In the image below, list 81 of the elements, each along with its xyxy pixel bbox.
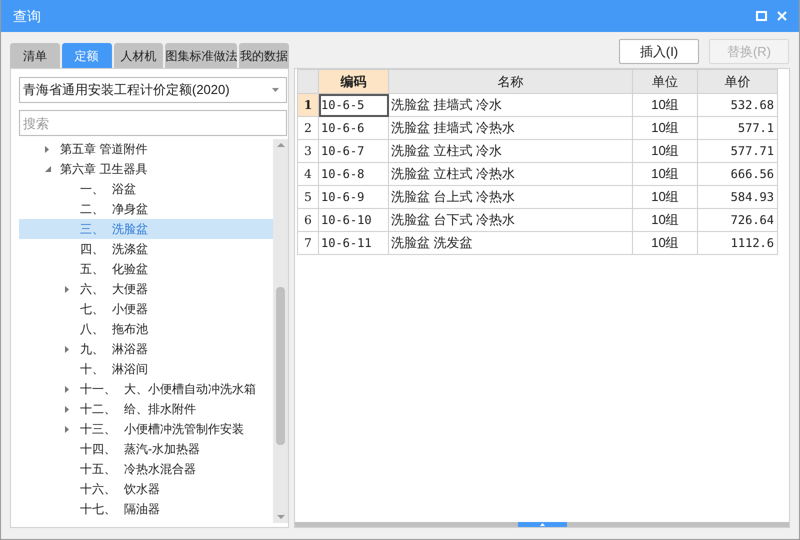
table-cell: 10组 [632,94,698,116]
scrollbar-thumb[interactable] [518,522,566,527]
expand-arrow-icon[interactable] [65,386,69,392]
table-cell: 10-6-10 [318,208,388,232]
row-number[interactable]: 3 [298,140,318,162]
expand-arrow-icon[interactable] [45,146,49,152]
row-number[interactable]: 6 [298,208,318,232]
table-cell: 10-6-11 [318,232,388,254]
table-cell: 10组 [632,116,698,140]
tree-item[interactable]: 七、 小便器 [19,299,273,319]
library-dropdown[interactable]: 青海省通用安装工程计价定额(2020) [19,77,287,103]
tree-item[interactable]: 四、 洗涤盆 [19,239,273,259]
tree-item[interactable]: 六、 大便器 [19,279,273,299]
table-cell: 10组 [632,186,698,208]
tree-item[interactable]: 九、 淋浴器 [19,339,273,359]
table-cell: 洗脸盆 立柱式 冷热水 [388,162,632,186]
tab[interactable]: 清单 [10,43,60,68]
table-cell: 577.1 [698,116,778,140]
tree-item[interactable]: 十二、 给、排水附件 [19,399,273,419]
tree-item[interactable]: 十、 淋浴间 [19,359,273,379]
tree-item[interactable]: 十三、 小便槽冲洗管制作安装 [19,419,273,439]
column-header[interactable]: 名称 [388,70,632,94]
table-cell: 10-6-8 [318,162,388,186]
table-cell: 洗脸盆 台下式 冷热水 [388,208,632,232]
tree-item[interactable]: 一、 浴盆 [19,179,273,199]
expand-arrow-icon[interactable] [65,346,69,352]
table-cell: 10-6-7 [318,140,388,162]
table-cell: 10-6-9 [318,186,388,208]
scroll-up-icon[interactable] [276,143,284,147]
tab[interactable]: 图集标准做法 [165,43,238,68]
tree-item[interactable]: 八、 拖布池 [19,319,273,339]
tree-item[interactable]: 十六、 饮水器 [19,479,273,499]
table-cell: 10组 [632,140,698,162]
dropdown-arrow-icon [272,88,279,92]
expand-arrow-icon[interactable] [65,426,69,432]
row-number[interactable]: 7 [298,232,318,254]
tab[interactable]: 人材机 [114,43,164,68]
tree-item[interactable]: 二、 净身盆 [19,199,273,219]
table-cell: 532.68 [698,94,778,116]
table-cell: 10组 [632,208,698,232]
close-icon[interactable] [777,11,787,21]
table-cell: 1112.6 [698,232,778,254]
table-cell: 666.56 [698,162,778,186]
window-title: 查询 [13,6,41,26]
table-cell: 洗脸盆 洗发盆 [388,232,632,254]
tree-item[interactable]: 五、 化验盆 [19,259,273,279]
scroll-down-icon[interactable] [276,515,284,519]
table-cell: 726.64 [698,208,778,232]
table-cell: 10组 [632,232,698,254]
search-field[interactable]: 搜索 [19,110,287,136]
table-cell: 10组 [632,162,698,186]
table-cell: 10-6-6 [318,116,388,140]
tree-item[interactable]: 十四、 蒸汽-水加热器 [19,439,273,459]
tab[interactable]: 我的数据 [239,43,289,68]
table-cell: 洗脸盆 立柱式 冷水 [388,140,632,162]
column-header[interactable]: 单价 [698,70,778,94]
column-header[interactable]: 编码 [318,70,388,94]
row-number[interactable]: 5 [298,186,318,208]
tree-item[interactable]: 第六章 卫生器具 [19,159,273,179]
table-cell: 洗脸盆 挂墙式 冷热水 [388,116,632,140]
table-cell: 10-6-5 [318,94,388,116]
row-number[interactable]: 4 [298,162,318,186]
column-header[interactable]: 单位 [632,70,698,94]
tree-item[interactable]: 十七、 隔油器 [19,499,273,519]
table-cell: 洗脸盆 台上式 冷热水 [388,186,632,208]
insert-button[interactable]: 插入(I) [619,39,699,64]
horizontal-scrollbar[interactable] [295,522,789,527]
row-number[interactable]: 1 [298,94,318,116]
tree-item[interactable]: 十五、 冷热水混合器 [19,459,273,479]
tree-item[interactable]: 十一、 大、小便槽自动冲洗水箱 [19,379,273,399]
vertical-scrollbar[interactable] [273,139,288,523]
tree-item[interactable]: 第五章 管道附件 [19,139,273,159]
table-cell: 577.71 [698,140,778,162]
table-cell: 洗脸盆 挂墙式 冷水 [388,94,632,116]
collapse-arrow-icon[interactable] [45,166,51,172]
table-cell: 584.93 [698,186,778,208]
scrollbar-thumb[interactable] [276,287,285,445]
row-number[interactable]: 2 [298,116,318,140]
expand-arrow-icon[interactable] [65,406,69,412]
maximize-icon[interactable] [756,11,767,21]
expand-arrow-icon[interactable] [65,286,69,292]
